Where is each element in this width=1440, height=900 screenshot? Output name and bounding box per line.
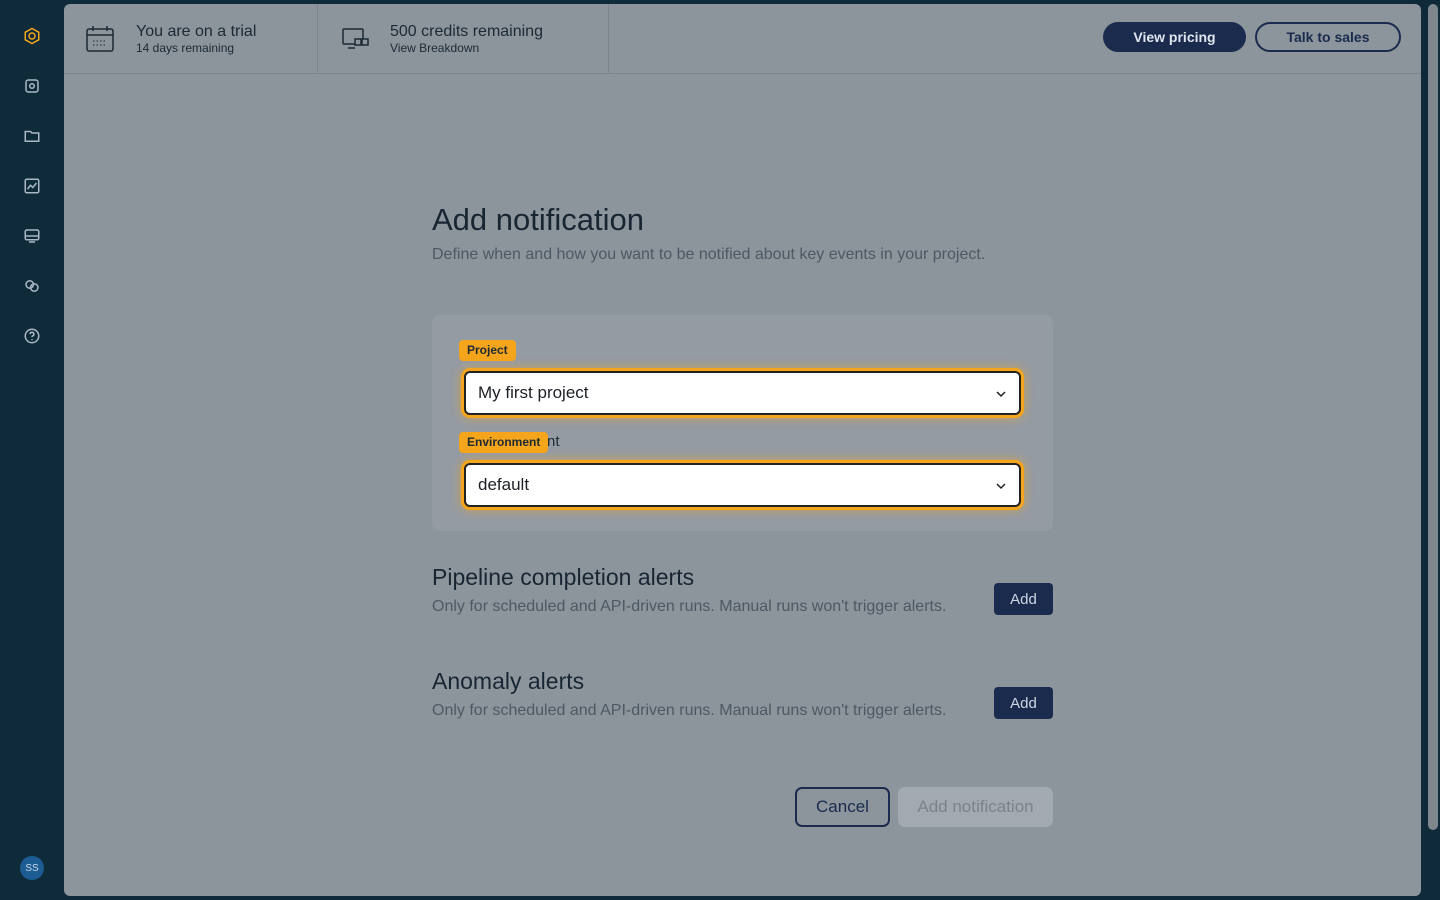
calendar-icon (86, 26, 114, 52)
integrations-icon[interactable] (20, 274, 44, 298)
help-icon[interactable] (20, 324, 44, 348)
project-select-value: My first project (478, 383, 589, 402)
talk-to-sales-button[interactable]: Talk to sales (1255, 22, 1401, 52)
data-icon[interactable] (20, 74, 44, 98)
credits-title: 500 credits remaining (390, 23, 543, 40)
divider (317, 4, 318, 74)
topbar: You are on a trial 14 days remaining 500… (64, 4, 1421, 74)
main-panel: You are on a trial 14 days remaining 500… (64, 4, 1421, 896)
environment-select[interactable]: default (464, 463, 1021, 507)
sidebar: SS (0, 0, 64, 900)
environment-select-value: default (478, 475, 530, 494)
chevron-down-icon (996, 391, 1006, 398)
chevron-down-icon (996, 483, 1006, 490)
trial-block: You are on a trial 14 days remaining (86, 4, 256, 74)
page-title: Add notification (432, 202, 644, 237)
pipeline-alerts-title: Pipeline completion alerts (432, 564, 695, 590)
project-select[interactable]: My first project (464, 371, 1021, 415)
add-anomaly-alert-button[interactable]: Add (994, 687, 1053, 719)
chart-icon[interactable] (20, 174, 44, 198)
view-pricing-button[interactable]: View pricing (1103, 22, 1246, 52)
scrollbar[interactable] (1428, 4, 1438, 830)
project-badge: Project (459, 340, 516, 361)
monitor-icon[interactable] (20, 224, 44, 248)
credits-icon (342, 28, 369, 49)
environment-label: nt (547, 433, 560, 450)
folder-icon[interactable] (20, 124, 44, 148)
add-notification-button[interactable]: Add notification (898, 787, 1053, 827)
environment-badge: Environment (459, 432, 549, 453)
project-environment-card: Project My first project nt Environment … (432, 315, 1053, 531)
divider (608, 4, 609, 74)
view-breakdown-link[interactable]: View Breakdown (390, 41, 543, 55)
avatar[interactable]: SS (20, 856, 44, 880)
anomaly-alerts-title: Anomaly alerts (432, 668, 585, 694)
cancel-button[interactable]: Cancel (795, 787, 890, 827)
logo-icon[interactable] (20, 24, 44, 48)
trial-days: 14 days remaining (136, 41, 235, 55)
add-pipeline-alert-button[interactable]: Add (994, 583, 1053, 615)
pipeline-alerts-description: Only for scheduled and API-driven runs. … (432, 598, 947, 615)
trial-title: You are on a trial (136, 23, 257, 40)
credits-block: 500 credits remaining View Breakdown (342, 4, 543, 74)
anomaly-alerts-description: Only for scheduled and API-driven runs. … (432, 702, 947, 719)
page-subtitle: Define when and how you want to be notif… (432, 246, 986, 263)
